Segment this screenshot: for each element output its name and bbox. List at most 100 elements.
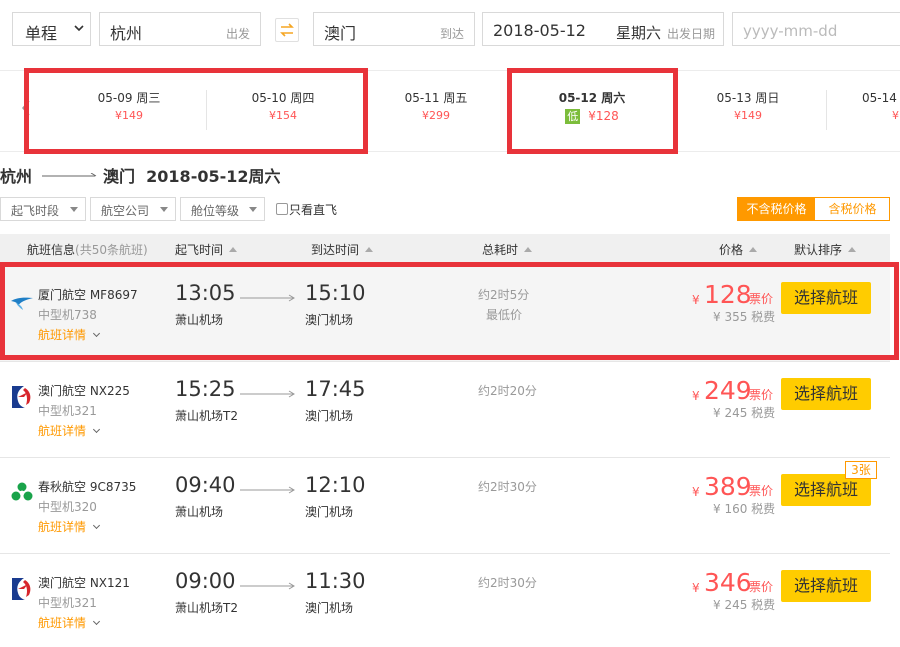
- sort-arrive-time[interactable]: 到达时间: [311, 241, 374, 258]
- cabin-filter-label: 舱位等级: [191, 204, 240, 218]
- from-city-value: 杭州: [110, 24, 143, 43]
- flight-duration: 约2时30分: [478, 480, 537, 494]
- sort-default[interactable]: 默认排序: [794, 241, 857, 258]
- price-currency: ¥: [692, 581, 700, 595]
- direct-only-label: 只看直飞: [289, 203, 338, 217]
- airline-flight-no: 澳门航空 NX225: [38, 384, 130, 398]
- flight-row: 春秋航空 9C8735 中型机320 航班详情 09:40 萧山机场 12:10…: [0, 458, 890, 554]
- arrive-airport: 澳门机场: [305, 601, 354, 615]
- direct-only-checkbox[interactable]: [276, 203, 288, 215]
- route-date: 2018-05-12周六: [146, 167, 281, 186]
- date-cell-date: 05-11 周五: [404, 91, 468, 105]
- depart-time-filter[interactable]: 起飞时段: [0, 197, 86, 221]
- sort-asc-icon: [848, 247, 857, 252]
- results-header: 航班信息(共50条航班) 起飞时间 到达时间 总耗时 价格 默认排序: [0, 234, 890, 262]
- sort-duration[interactable]: 总耗时: [482, 241, 533, 258]
- depart-time: 15:25: [175, 377, 236, 401]
- spring-airlines-logo-icon: [11, 482, 33, 501]
- air-macau-logo-icon: [10, 385, 34, 409]
- date-cell[interactable]: 05-14 ¥1: [862, 89, 900, 131]
- airline-filter-label: 航空公司: [101, 204, 150, 218]
- tax-toggle: 不含税价格 含税价格: [737, 197, 890, 221]
- from-city-input[interactable]: 杭州 出发: [99, 12, 261, 46]
- trip-type-label: 单程: [25, 24, 58, 43]
- air-macau-logo-icon: [10, 577, 34, 601]
- route-arrow-icon: [42, 173, 97, 177]
- depart-time-filter-label: 起飞时段: [11, 204, 60, 218]
- date-cell-date: 05-14: [862, 91, 897, 105]
- sort-asc-icon: [749, 247, 758, 252]
- flight-details-label: 航班详情: [38, 616, 87, 630]
- price-currency: ¥: [692, 389, 700, 403]
- tax-fee: ¥ 160 税费: [713, 502, 776, 516]
- flight-duration: 约2时20分: [478, 384, 537, 398]
- to-city-value: 澳门: [324, 24, 357, 43]
- route-to-date: 澳门 2018-05-12周六: [103, 163, 281, 187]
- select-flight-button[interactable]: 选择航班: [781, 378, 871, 410]
- arrive-time: 17:45: [305, 377, 366, 401]
- to-hint: 到达: [439, 27, 464, 41]
- date-cell[interactable]: 05-13 周日 ¥149: [671, 89, 825, 131]
- tax-included-button[interactable]: 含税价格: [815, 198, 890, 220]
- flight-details-label: 航班详情: [38, 520, 87, 534]
- date-cell-price: ¥1: [892, 109, 900, 122]
- arrive-time: 11:30: [305, 569, 366, 593]
- swap-icon: [280, 23, 294, 37]
- trip-type-select[interactable]: 单程: [12, 12, 91, 46]
- flight-arrow-icon: [240, 582, 295, 590]
- flight-arrow-icon: [240, 486, 295, 494]
- arrive-airport: 澳门机场: [305, 409, 354, 423]
- flight-details-label: 航班详情: [38, 424, 87, 438]
- cabin-filter[interactable]: 舱位等级: [180, 197, 265, 221]
- header-flight-count: (共50条航班): [75, 243, 148, 257]
- sort-price-label: 价格: [719, 243, 744, 257]
- dropdown-caret-icon: [160, 207, 168, 212]
- aircraft-type: 中型机320: [38, 500, 97, 514]
- dropdown-caret-icon: [70, 207, 78, 212]
- sort-asc-icon: [524, 247, 533, 252]
- depart-airport: 萧山机场T2: [175, 601, 238, 615]
- price-currency: ¥: [692, 485, 700, 499]
- flight-details-link[interactable]: 航班详情: [38, 422, 101, 439]
- depart-weekday: 星期六: [616, 24, 662, 42]
- depart-date-input[interactable]: 2018-05-12 星期六 出发日期: [482, 12, 724, 46]
- to-city-input[interactable]: 澳门 到达: [313, 12, 475, 46]
- ticket-price: 346: [704, 568, 752, 597]
- arrive-airport: 澳门机场: [305, 505, 354, 519]
- search-bar: 单程 杭州 出发 澳门 到达 2018-05-12 星期六 出发日期 yyyy-…: [0, 0, 900, 60]
- sort-depart-time[interactable]: 起飞时间: [175, 241, 238, 258]
- date-cell[interactable]: 05-11 周五 ¥299: [359, 89, 513, 131]
- depart-date-hint: 出发日期: [667, 27, 716, 41]
- ticket-price-label: 票价: [749, 580, 774, 594]
- annotation-highlight-box: [507, 68, 678, 154]
- airline-flight-no: 澳门航空 NX121: [38, 576, 130, 590]
- sort-default-label: 默认排序: [794, 243, 843, 257]
- swap-cities-button[interactable]: [275, 18, 299, 42]
- return-date-input[interactable]: yyyy-mm-dd: [732, 12, 900, 46]
- sort-price[interactable]: 价格: [719, 241, 758, 258]
- flight-details-link[interactable]: 航班详情: [38, 614, 101, 631]
- sort-asc-icon: [365, 247, 374, 252]
- tax-excluded-button[interactable]: 不含税价格: [738, 198, 815, 220]
- route-from: 杭州: [0, 167, 33, 186]
- header-flight-info-label: 航班信息: [27, 243, 76, 257]
- aircraft-type: 中型机321: [38, 404, 97, 418]
- ticket-price-label: 票价: [749, 388, 774, 402]
- from-hint: 出发: [225, 27, 250, 41]
- depart-airport: 萧山机场T2: [175, 409, 238, 423]
- chevron-down-icon: [92, 425, 101, 434]
- tax-fee: ¥ 245 税费: [713, 598, 776, 612]
- chevron-down-icon: [74, 25, 84, 32]
- flight-row: 澳门航空 NX225 中型机321 航班详情 15:25 萧山机场T2 17:4…: [0, 362, 890, 458]
- select-flight-button[interactable]: 选择航班: [781, 570, 871, 602]
- airline-filter[interactable]: 航空公司: [90, 197, 176, 221]
- flight-details-link[interactable]: 航班详情: [38, 518, 101, 535]
- chevron-down-icon: [92, 617, 101, 626]
- annotation-highlight-box: [24, 68, 368, 154]
- aircraft-type: 中型机321: [38, 596, 97, 610]
- sort-depart-time-label: 起飞时间: [175, 243, 224, 257]
- flight-arrow-icon: [240, 390, 295, 398]
- airline-flight-no: 春秋航空 9C8735: [38, 480, 137, 494]
- depart-time: 09:00: [175, 569, 236, 593]
- chevron-down-icon: [92, 521, 101, 530]
